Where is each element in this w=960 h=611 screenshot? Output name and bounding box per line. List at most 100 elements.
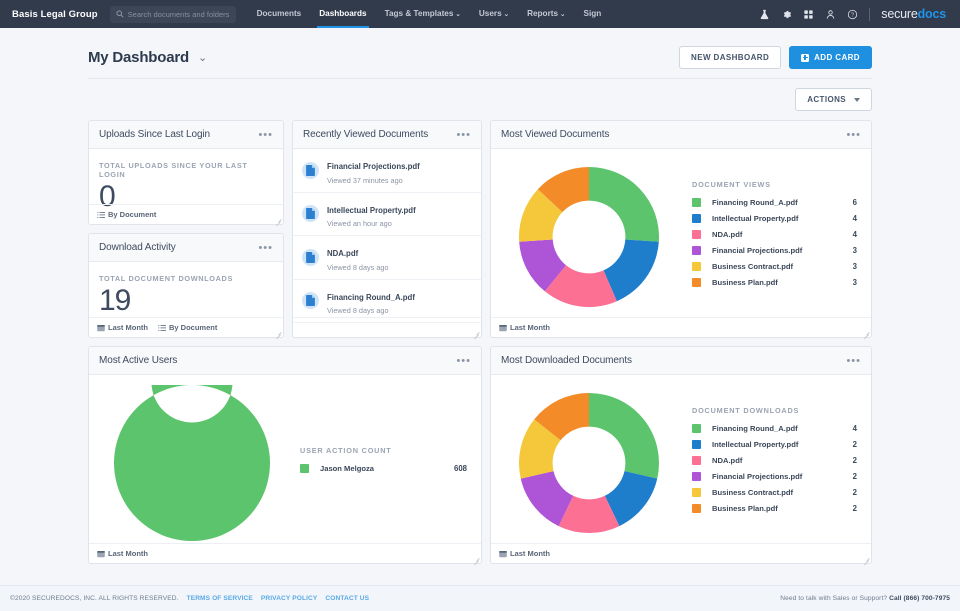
card-menu-button[interactable]: ••• (456, 358, 471, 364)
chart-legend: DOCUMENT DOWNLOADS Financing Round_A.pdf… (686, 406, 871, 520)
most-active-column: Most Active Users ••• USER ACTION COUNT … (88, 346, 482, 564)
nav-item-tags-templates[interactable]: Tags & Templates⌄ (376, 0, 470, 28)
filter-last-month[interactable]: Last Month (97, 323, 148, 332)
actions-button[interactable]: ACTIONS (795, 88, 872, 111)
nav-item-documents[interactable]: Documents (248, 0, 311, 28)
card-resize-handle[interactable] (275, 329, 281, 335)
privacy-policy-link[interactable]: PRIVACY POLICY (261, 595, 317, 602)
card-title: Uploads Since Last Login (99, 129, 210, 140)
card-menu-button[interactable]: ••• (846, 132, 861, 138)
legend-swatch (692, 262, 701, 271)
legend-swatch (692, 214, 701, 223)
chart-legend: DOCUMENT VIEWS Financing Round_A.pdf6Int… (686, 180, 871, 294)
help-icon[interactable]: ? (847, 9, 858, 20)
gear-icon[interactable] (781, 9, 792, 20)
dashboard-grid-row-1: Uploads Since Last Login ••• TOTAL UPLOA… (88, 111, 872, 338)
card-resize-handle[interactable] (473, 555, 479, 561)
donut-chart-most-downloaded (491, 393, 686, 533)
document-name: NDA.pdf (327, 249, 358, 258)
nav-item-dashboards[interactable]: Dashboards (310, 0, 375, 28)
document-icon (306, 208, 315, 219)
legend-value: 2 (853, 504, 871, 513)
document-viewed-time: Viewed 37 minutes ago (327, 176, 420, 185)
search-input[interactable] (128, 10, 230, 19)
legend-swatch (692, 278, 701, 287)
filter-last-month[interactable]: Last Month (97, 549, 148, 558)
card-footer: Last Month By Document (89, 317, 283, 337)
legend-swatch (692, 456, 701, 465)
filter-by-document[interactable]: By Document (97, 210, 156, 219)
card-most-viewed-documents: Most Viewed Documents ••• DOCUMENT VIEWS… (490, 120, 872, 338)
card-body: TOTAL DOCUMENT DOWNLOADS 19 (89, 262, 283, 317)
recently-viewed-list: Financial Projections.pdfViewed 37 minut… (293, 149, 481, 323)
filter-last-month[interactable]: Last Month (499, 323, 550, 332)
add-card-button[interactable]: ADD CARD (789, 46, 872, 69)
stat-value: 19 (99, 285, 273, 317)
legend-value: 2 (853, 456, 871, 465)
chevron-down-icon: ⌄ (560, 11, 565, 18)
card-menu-button[interactable]: ••• (258, 132, 273, 138)
card-menu-button[interactable]: ••• (258, 245, 273, 251)
legend-value: 4 (853, 424, 871, 433)
contact-us-link[interactable]: CONTACT US (325, 595, 369, 602)
legend-title: DOCUMENT DOWNLOADS (692, 406, 871, 415)
nav-item-sign[interactable]: Sign (574, 0, 610, 28)
card-header: Download Activity ••• (89, 234, 283, 262)
apps-grid-icon[interactable] (803, 9, 814, 20)
nav-item-reports[interactable]: Reports⌄ (518, 0, 574, 28)
legend-item: Business Plan.pdf 2 (692, 504, 871, 513)
plus-icon (801, 54, 809, 62)
card-header: Recently Viewed Documents ••• (293, 121, 481, 149)
legend-label: Financial Projections.pdf (712, 246, 802, 255)
card-resize-handle[interactable] (863, 329, 869, 335)
legend-label: Financing Round_A.pdf (712, 424, 798, 433)
legend-item: Business Contract.pdf2 (692, 488, 871, 497)
list-icon (158, 324, 166, 332)
filter-last-month[interactable]: Last Month (499, 549, 550, 558)
card-resize-handle[interactable] (863, 555, 869, 561)
new-dashboard-button[interactable]: NEW DASHBOARD (679, 46, 781, 69)
search-box[interactable] (110, 6, 236, 23)
card-resize-handle[interactable] (275, 216, 281, 222)
nav-item-users[interactable]: Users⌄ (470, 0, 518, 28)
dashboard-selector-chevron-down-icon[interactable]: ⌄ (198, 51, 207, 64)
user-icon[interactable] (825, 9, 836, 20)
beaker-icon[interactable] (759, 9, 770, 20)
legend-rows: Jason Melgoza608 (300, 464, 481, 473)
card-resize-handle[interactable] (473, 329, 479, 335)
svg-text:?: ? (851, 12, 854, 18)
nav-utility-icons: ? securedocs (759, 7, 948, 21)
legend-label: Financing Round_A.pdf (712, 198, 798, 207)
donut-slice (589, 167, 659, 242)
document-icon (306, 295, 315, 306)
card-header: Most Downloaded Documents ••• (491, 347, 871, 375)
terms-of-service-link[interactable]: TERMS OF SERVICE (187, 595, 253, 602)
card-title: Most Active Users (99, 355, 177, 366)
card-menu-button[interactable]: ••• (456, 132, 471, 138)
list-item[interactable]: NDA.pdfViewed 8 days ago (293, 236, 481, 280)
card-title: Most Viewed Documents (501, 129, 609, 140)
legend-swatch (692, 472, 701, 481)
list-item[interactable]: Financial Projections.pdfViewed 37 minut… (293, 149, 481, 193)
filter-by-document[interactable]: By Document (158, 323, 217, 332)
legend-item: Intellectual Property.pdf4 (692, 214, 871, 223)
legend-value: 2 (853, 472, 871, 481)
document-icon-badge (302, 292, 319, 309)
document-icon-badge (302, 162, 319, 179)
legend-label: Intellectual Property.pdf (712, 214, 798, 223)
legend-item: Financial Projections.pdf2 (692, 472, 871, 481)
list-item[interactable]: Intellectual Property.pdfViewed an hour … (293, 193, 481, 237)
dashboard-grid-row-2: Most Active Users ••• USER ACTION COUNT … (88, 338, 872, 564)
legend-value: 2 (853, 488, 871, 497)
legend-title: USER ACTION COUNT (300, 446, 481, 455)
legend-label: Business Plan.pdf (712, 504, 778, 513)
document-icon-badge (302, 205, 319, 222)
page-header-actions: NEW DASHBOARD ADD CARD (679, 46, 872, 69)
card-title: Recently Viewed Documents (303, 129, 428, 140)
top-navigation-bar: Basis Legal Group Documents Dashboards T… (0, 0, 960, 28)
legend-item: Financing Round_A.pdf6 (692, 198, 871, 207)
calendar-icon (97, 550, 105, 558)
card-most-active-users: Most Active Users ••• USER ACTION COUNT … (88, 346, 482, 564)
card-menu-button[interactable]: ••• (846, 358, 861, 364)
chevron-down-icon: ⌄ (455, 11, 460, 18)
